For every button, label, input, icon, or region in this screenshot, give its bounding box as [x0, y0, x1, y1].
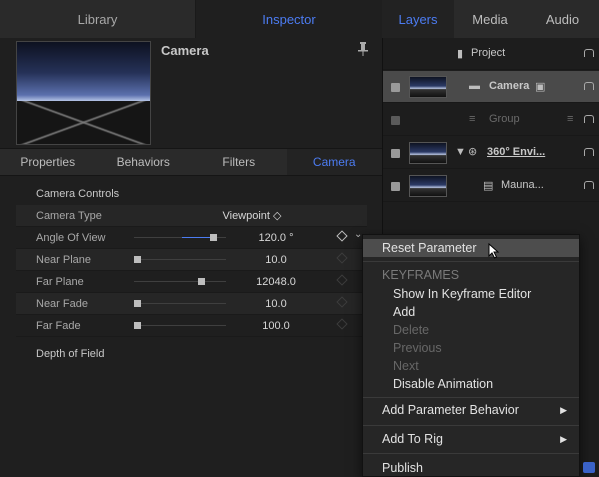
param-label: Near Plane	[36, 253, 92, 266]
param-row-angle-of-view: Angle Of View 120.0 ° ⌄	[16, 227, 367, 249]
subtab-behaviors[interactable]: Behaviors	[96, 149, 192, 175]
layer-name: 360° Envi...	[487, 146, 546, 158]
menu-item-disable-animation[interactable]: Disable Animation	[363, 375, 579, 393]
layer-thumbnail	[409, 175, 447, 197]
keyframe-diamond-icon[interactable]	[336, 274, 348, 286]
layer-enable-checkbox[interactable]	[391, 149, 400, 158]
document-icon: ▮	[457, 48, 464, 60]
top-tab-bar: Library Inspector Layers Media Audio	[0, 0, 599, 38]
far-fade-value[interactable]: 100.0	[236, 320, 316, 332]
subtab-camera[interactable]: Camera	[286, 149, 382, 175]
menu-item-previous: Previous	[393, 341, 442, 355]
param-label: Camera Type	[36, 209, 102, 222]
layer-enable-checkbox[interactable]	[391, 116, 400, 125]
360-environment-icon: ⊛	[468, 146, 478, 158]
layer-row-group[interactable]: ≡ Group ≡	[383, 104, 599, 136]
disclosure-triangle-icon[interactable]: ▼	[455, 146, 466, 158]
param-label: Far Fade	[36, 319, 81, 332]
camera-preview-thumbnail	[16, 41, 151, 145]
mouse-pointer-icon	[488, 243, 500, 259]
menu-item-add-parameter-behavior[interactable]: Add Parameter Behavior ▶	[363, 401, 579, 419]
slider-knob[interactable]	[134, 322, 141, 329]
angle-of-view-value[interactable]: 120.0 °	[236, 232, 316, 244]
layer-name: Group	[489, 113, 520, 125]
menu-item-add-to-rig[interactable]: Add To Rig ▶	[363, 430, 579, 448]
lock-icon[interactable]	[584, 49, 594, 57]
param-label: Near Fade	[36, 297, 88, 310]
angle-of-view-slider[interactable]	[134, 234, 226, 241]
footage-icon[interactable]	[583, 462, 595, 473]
lock-icon[interactable]	[584, 115, 594, 123]
menu-item-reset-parameter[interactable]: Reset Parameter	[363, 239, 579, 257]
lock-icon[interactable]	[584, 148, 594, 156]
layer-row-camera[interactable]: ▬ Camera ▣	[383, 71, 599, 103]
menu-header-keyframes: KEYFRAMES	[382, 268, 460, 282]
far-fade-slider[interactable]	[134, 322, 226, 329]
lock-icon[interactable]	[584, 82, 594, 90]
layer-row-project[interactable]: ▮ Project	[383, 38, 599, 70]
camera-type-popup[interactable]: Viewpoint ◇	[212, 209, 292, 222]
inspector-title: Camera	[161, 43, 209, 58]
menu-item-show-in-keyframe-editor[interactable]: Show In Keyframe Editor	[363, 285, 579, 303]
slider-knob[interactable]	[134, 256, 141, 263]
far-plane-value[interactable]: 12048.0	[236, 276, 316, 288]
section-camera-controls[interactable]: Camera Controls	[16, 183, 367, 205]
tab-inspector[interactable]: Inspector	[196, 0, 382, 38]
menu-item-add[interactable]: Add	[363, 303, 579, 321]
layer-thumbnail	[409, 142, 447, 164]
active-camera-icon: ▣	[535, 81, 546, 93]
param-row-near-plane: Near Plane 10.0	[16, 249, 367, 271]
right-tab-bar: Layers Media Audio	[382, 0, 599, 38]
context-menu: Reset Parameter KEYFRAMES Show In Keyfra…	[362, 234, 580, 477]
param-label: Angle Of View	[36, 231, 106, 244]
near-plane-slider[interactable]	[134, 256, 226, 263]
keyframe-diamond-icon[interactable]	[336, 230, 348, 242]
keyframe-diamond-icon[interactable]	[336, 318, 348, 330]
menu-item-delete: Delete	[393, 323, 430, 337]
layer-name: Project	[471, 47, 506, 59]
layer-name: Camera	[489, 80, 530, 92]
submenu-arrow-icon: ▶	[560, 404, 567, 415]
near-plane-value[interactable]: 10.0	[236, 254, 316, 266]
keyframe-diamond-icon[interactable]	[336, 296, 348, 308]
tab-library[interactable]: Library	[0, 0, 196, 38]
stack-icon: ≡	[567, 113, 574, 125]
menu-item-label: Add Parameter Behavior	[382, 403, 519, 417]
slider-knob[interactable]	[134, 300, 141, 307]
submenu-arrow-icon: ▶	[560, 433, 567, 444]
param-row-near-fade: Near Fade 10.0	[16, 293, 367, 315]
tab-layers[interactable]: Layers	[382, 0, 454, 38]
section-depth-of-field[interactable]: Depth of Field	[16, 343, 367, 365]
camera-icon: ▬	[469, 80, 480, 92]
menu-item-publish[interactable]: Publish	[363, 459, 579, 477]
keyframe-diamond-icon[interactable]	[336, 252, 348, 264]
param-row-far-plane: Far Plane 12048.0	[16, 271, 367, 293]
pin-icon[interactable]	[357, 41, 369, 57]
near-fade-value[interactable]: 10.0	[236, 298, 316, 310]
subtab-filters[interactable]: Filters	[191, 149, 287, 175]
layer-name: Mauna...	[501, 179, 544, 191]
param-row-camera-type: Camera Type Viewpoint ◇	[16, 205, 367, 227]
slider-knob[interactable]	[198, 278, 205, 285]
menu-item-next: Next	[393, 359, 419, 373]
inspector-subtabs: Properties Behaviors Filters Camera	[0, 148, 382, 176]
near-fade-slider[interactable]	[134, 300, 226, 307]
layer-enable-checkbox[interactable]	[391, 182, 400, 191]
far-plane-slider[interactable]	[134, 278, 226, 285]
tab-audio[interactable]: Audio	[526, 0, 599, 38]
lock-icon[interactable]	[584, 181, 594, 189]
tab-media[interactable]: Media	[454, 0, 526, 38]
layer-row-360-environment[interactable]: ▼ ⊛ 360° Envi...	[383, 137, 599, 169]
slider-knob[interactable]	[210, 234, 217, 241]
layer-enable-checkbox[interactable]	[391, 83, 400, 92]
group-icon: ≡	[469, 113, 476, 125]
film-icon: ▤	[483, 180, 494, 192]
menu-item-label: Add To Rig	[382, 432, 443, 446]
subtab-properties[interactable]: Properties	[0, 149, 96, 175]
layer-row-mauna[interactable]: ▤ Mauna...	[383, 170, 599, 202]
inspector-panel: Camera Properties Behaviors Filters Came…	[0, 38, 382, 477]
param-row-far-fade: Far Fade 100.0	[16, 315, 367, 337]
layer-thumbnail	[409, 76, 447, 98]
param-label: Far Plane	[36, 275, 84, 288]
